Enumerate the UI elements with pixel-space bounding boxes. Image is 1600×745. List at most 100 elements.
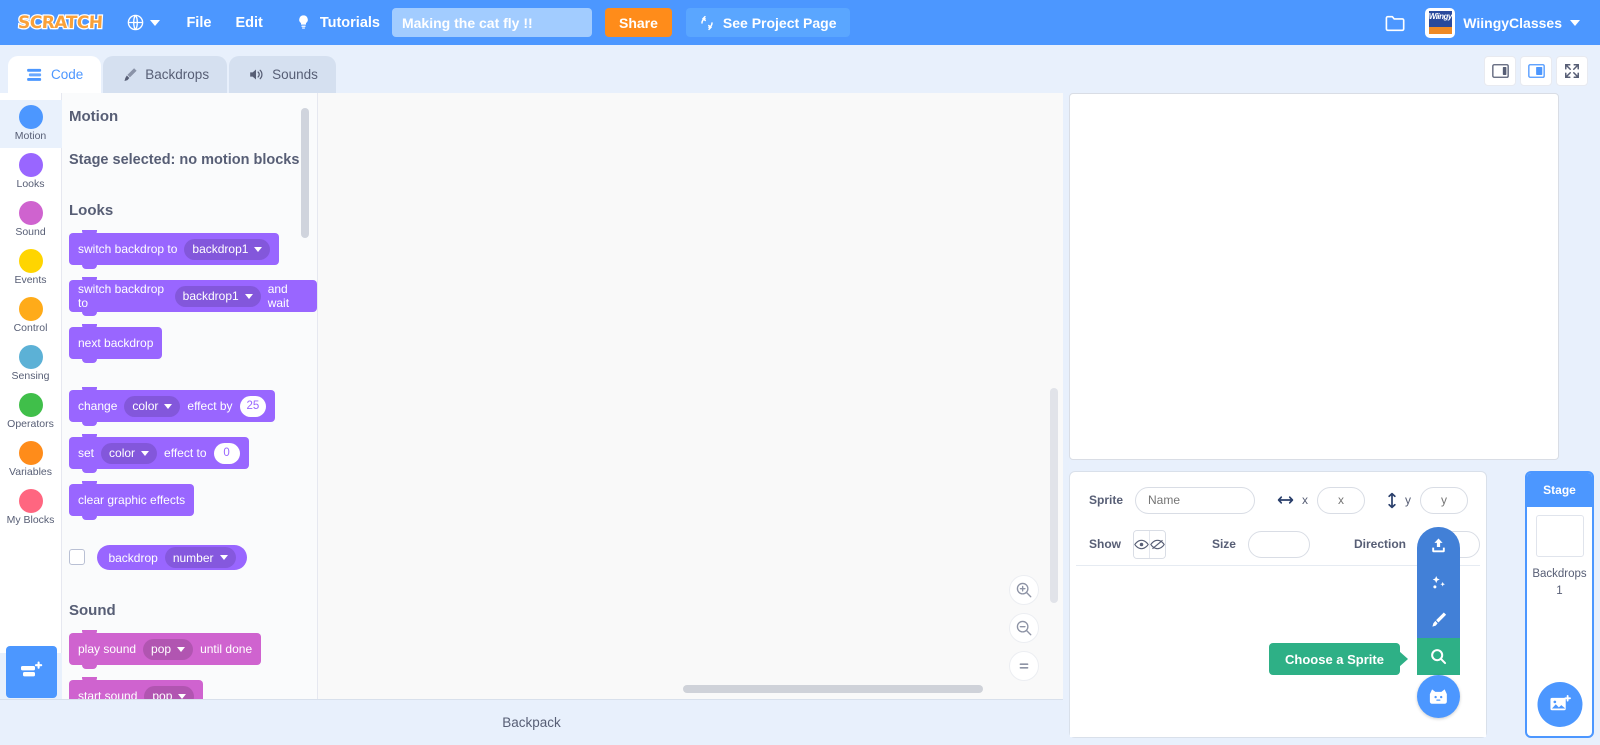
large-stage-button[interactable] [1520, 56, 1552, 86]
share-button[interactable]: Share [604, 8, 672, 37]
fullscreen-button[interactable] [1556, 56, 1588, 86]
category-looks[interactable]: Looks [0, 148, 62, 196]
chevron-down-icon [141, 450, 150, 456]
choose-sprite-button[interactable] [1417, 675, 1460, 718]
chevron-down-icon [177, 646, 186, 652]
category-label: Sensing [11, 370, 50, 382]
sprite-size-input[interactable] [1247, 530, 1310, 558]
search-sprite-button[interactable] [1417, 638, 1460, 675]
paintbrush-icon [124, 68, 137, 81]
category-sound[interactable]: Sound [0, 196, 62, 244]
category-events[interactable]: Events [0, 244, 62, 292]
sprite-name-input[interactable] [1135, 486, 1256, 514]
category-label: Events [14, 274, 47, 286]
stage-selector[interactable]: Stage Backdrops 1 [1525, 471, 1594, 738]
see-project-page-button[interactable]: See Project Page [685, 8, 850, 37]
backdrops-label: Backdrops [1532, 568, 1587, 580]
backpack-bar[interactable]: Backpack [0, 699, 1063, 745]
category-label: Sound [15, 226, 46, 238]
tab-code[interactable]: Code [8, 56, 102, 93]
block-next-backdrop[interactable]: next backdrop [69, 324, 163, 363]
block-play-sound-until-done[interactable]: play sound pop until done [69, 630, 262, 669]
scratch-logo[interactable]: SCRATCH [9, 11, 111, 35]
block-switch-backdrop-to[interactable]: switch backdrop to backdrop1 [69, 230, 280, 269]
code-workspace[interactable] [318, 93, 1063, 699]
surprise-sprite-button[interactable] [1417, 564, 1460, 601]
block-label: change [78, 399, 118, 413]
effect-value-input[interactable]: 0 [213, 442, 240, 464]
sprite-name-label: Sprite [1089, 493, 1124, 507]
category-label: Control [13, 322, 48, 334]
workspace-zoom-controls [1009, 575, 1039, 681]
stage-selector-title: Stage [1527, 473, 1592, 507]
tab-sounds[interactable]: Sounds [229, 56, 336, 93]
palette-motion-note: Stage selected: no motion blocks [69, 152, 300, 168]
sprite-x-input[interactable] [1317, 486, 1366, 514]
sprite-show-button[interactable] [1134, 530, 1149, 558]
add-backdrop-button[interactable] [1537, 682, 1582, 727]
backdrop-monitor-checkbox[interactable] [69, 549, 85, 566]
category-control[interactable]: Control [0, 292, 62, 340]
block-label: next backdrop [78, 336, 154, 350]
category-motion[interactable]: Motion [0, 100, 62, 148]
category-dot [18, 441, 43, 465]
language-selector[interactable] [110, 13, 174, 32]
palette-block-row: set color effect to 0 [62, 434, 317, 473]
zoom-in-icon [1016, 582, 1032, 598]
upload-sprite-icon [1432, 538, 1445, 553]
palette-scrollbar[interactable] [301, 108, 309, 238]
see-project-page-label: See Project Page [722, 14, 837, 31]
category-sensing[interactable]: Sensing [0, 340, 62, 388]
block-backdrop-reporter[interactable]: backdrop number [97, 545, 247, 570]
category-dot [18, 345, 43, 369]
my-stuff-button[interactable] [1366, 13, 1425, 33]
backdrop-dropdown[interactable]: backdrop1 [184, 238, 271, 260]
category-variables[interactable]: Variables [0, 436, 62, 484]
stage-canvas[interactable] [1069, 93, 1559, 460]
paint-sprite-button[interactable] [1417, 601, 1460, 638]
zoom-in-button[interactable] [1009, 575, 1039, 605]
menu-edit[interactable]: Edit [223, 0, 274, 45]
tab-row: Code Backdrops Sounds [0, 45, 1600, 125]
avatar-text: Wiingy [1428, 12, 1453, 21]
dropdown-value: pop [151, 642, 172, 656]
effect-dropdown[interactable]: color [124, 395, 181, 417]
block-clear-graphic-effects[interactable]: clear graphic effects [69, 481, 195, 520]
folder-icon [1385, 15, 1405, 31]
block-palette[interactable]: Motion Stage selected: no motion blocks … [62, 93, 318, 699]
workspace-horizontal-scrollbar[interactable] [683, 685, 983, 693]
backdrop-number-dropdown[interactable]: number [164, 547, 236, 568]
small-stage-button[interactable] [1484, 56, 1516, 86]
block-switch-backdrop-to-and-wait[interactable]: switch backdrop to backdrop1 and wait [69, 277, 317, 316]
sound-dropdown[interactable]: pop [143, 638, 194, 660]
zoom-reset-button[interactable] [1009, 651, 1039, 681]
effect-amount-input[interactable]: 25 [239, 395, 267, 417]
account-menu[interactable]: Wiingy WiingyClasses [1425, 7, 1590, 38]
category-operators[interactable]: Operators [0, 388, 62, 436]
effect-dropdown[interactable]: color [101, 442, 158, 464]
avatar-accent-bar [1428, 27, 1452, 34]
block-start-sound[interactable]: start sound pop [69, 677, 204, 699]
dropdown-value: backdrop1 [182, 289, 239, 303]
dropdown-value: color [132, 399, 159, 413]
block-label: switch backdrop to [78, 242, 178, 256]
sound-dropdown[interactable]: pop [144, 685, 195, 699]
project-title-input[interactable] [391, 8, 592, 37]
menu-tutorials[interactable]: Tutorials [275, 0, 392, 45]
chevron-down-icon [254, 246, 263, 252]
sprite-add-menu [1417, 527, 1460, 718]
add-extension-button[interactable] [6, 646, 57, 698]
workspace-vertical-scrollbar[interactable] [1050, 388, 1058, 603]
sprite-y-input[interactable] [1420, 486, 1469, 514]
category-label: Looks [16, 178, 45, 190]
block-set-effect-to[interactable]: set color effect to 0 [69, 434, 249, 473]
large-stage-icon [1527, 64, 1545, 78]
backdrop-dropdown[interactable]: backdrop1 [174, 285, 261, 307]
block-change-effect-by[interactable]: change color effect by 25 [69, 387, 276, 426]
upload-sprite-button[interactable] [1417, 527, 1460, 564]
menu-file[interactable]: File [174, 0, 223, 45]
category-my-blocks[interactable]: My Blocks [0, 484, 62, 532]
zoom-out-button[interactable] [1009, 613, 1039, 643]
sprite-hide-button[interactable] [1149, 530, 1165, 558]
tab-backdrops[interactable]: Backdrops [103, 56, 228, 93]
